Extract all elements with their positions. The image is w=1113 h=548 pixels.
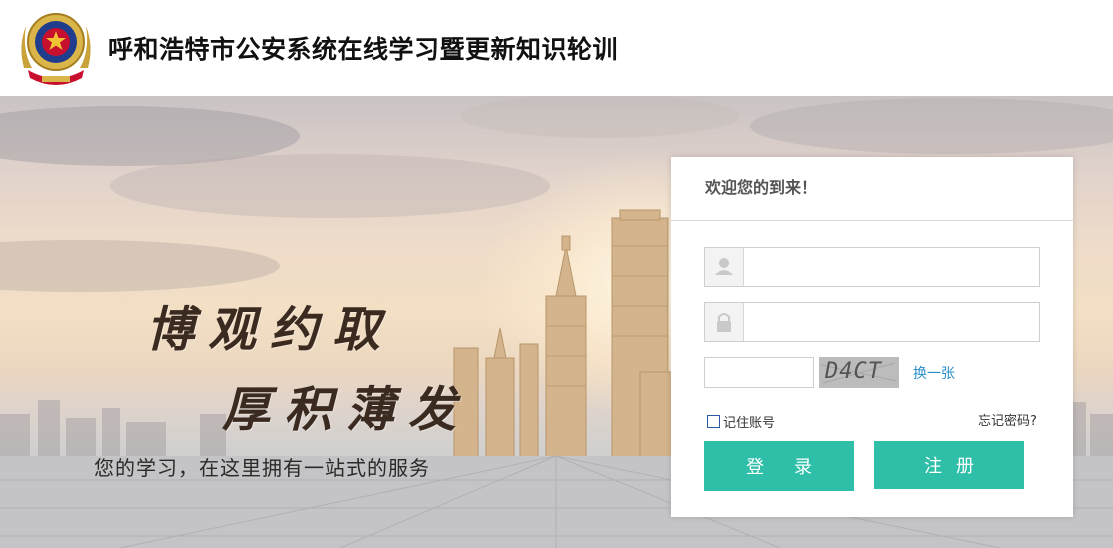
captcha-input[interactable] xyxy=(704,357,814,388)
remember-checkbox[interactable] xyxy=(707,415,720,428)
user-icon xyxy=(705,248,744,286)
police-emblem-icon xyxy=(21,13,91,85)
login-panel: 欢迎您的到来！ D4CT 换一张 记住账号 忘记密码? 登录 注册 xyxy=(671,157,1073,517)
captcha-image[interactable]: D4CT xyxy=(819,357,899,388)
refresh-captcha-link[interactable]: 换一张 xyxy=(913,363,955,383)
login-button[interactable]: 登录 xyxy=(704,441,854,491)
remember-label: 记住账号 xyxy=(723,416,776,431)
lock-icon xyxy=(705,303,744,341)
site-header: 呼和浩特市公安系统在线学习暨更新知识轮训 xyxy=(0,0,1113,96)
slogan-line-1: 博观约取 xyxy=(146,302,395,358)
login-panel-header: 欢迎您的到来！ xyxy=(671,157,1073,221)
captcha-code: D4CT xyxy=(825,359,882,384)
tagline: 您的学习，在这里拥有一站式的服务 xyxy=(94,456,430,480)
password-input[interactable] xyxy=(745,303,1039,341)
password-field xyxy=(704,302,1040,342)
username-input[interactable] xyxy=(745,248,1039,286)
username-field xyxy=(704,247,1040,287)
slogan-line-2: 厚积薄发 xyxy=(222,382,471,438)
site-title: 呼和浩特市公安系统在线学习暨更新知识轮训 xyxy=(108,35,619,64)
welcome-text: 欢迎您的到来！ xyxy=(705,178,818,197)
forgot-password-link[interactable]: 忘记密码? xyxy=(978,410,1037,429)
register-button[interactable]: 注册 xyxy=(874,441,1024,489)
